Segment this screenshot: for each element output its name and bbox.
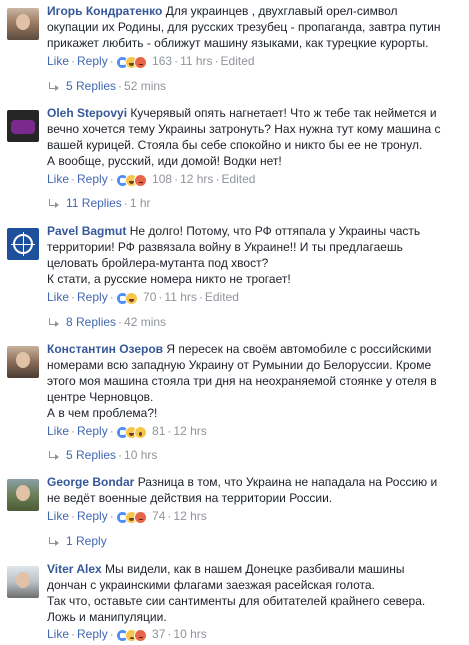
- reply-arrow-icon: [47, 198, 59, 209]
- comment-author[interactable]: Viter Alex: [47, 562, 102, 576]
- avatar[interactable]: [7, 110, 39, 142]
- replies-count[interactable]: 1 Reply: [66, 534, 107, 548]
- replies-count[interactable]: 8 Replies: [66, 315, 116, 329]
- angry-reaction-icon: [133, 56, 147, 69]
- replies-count[interactable]: 5 Replies: [66, 448, 116, 462]
- comment-time[interactable]: 11 hrs: [164, 290, 196, 304]
- avatar[interactable]: [7, 479, 39, 511]
- reply-button[interactable]: Reply: [77, 424, 108, 438]
- like-button[interactable]: Like: [47, 54, 69, 68]
- reaction-count: 70: [143, 290, 157, 304]
- reply-arrow-icon: [47, 450, 59, 461]
- comment-author[interactable]: Константин Озеров: [47, 342, 163, 356]
- comment-actions: Like · Reply · 37 · 10 hrs: [47, 626, 459, 642]
- reactions-summary[interactable]: [115, 629, 147, 644]
- edited-label[interactable]: Edited: [221, 54, 255, 68]
- reaction-count: 163: [152, 54, 173, 68]
- angry-reaction-icon: [133, 511, 147, 524]
- reply-button[interactable]: Reply: [77, 172, 108, 186]
- haha-reaction-icon: [124, 292, 138, 305]
- reactions-summary[interactable]: [115, 292, 138, 307]
- comment-author[interactable]: Pavel Bagmut: [47, 224, 126, 238]
- comment-text: Viter Alex Мы видели, как в нашем Донецк…: [47, 561, 459, 625]
- reactions-summary[interactable]: [115, 56, 147, 71]
- avatar[interactable]: [7, 8, 39, 40]
- like-button[interactable]: Like: [47, 290, 69, 304]
- comment-author[interactable]: George Bondar: [47, 475, 134, 489]
- reactions-summary[interactable]: [115, 174, 147, 189]
- reply-button[interactable]: Reply: [77, 54, 108, 68]
- comment-text: Oleh Stepovyi Кучерявый опять нагнетает!…: [47, 105, 459, 169]
- comment-actions: Like · Reply · 81 · 12 hrs: [47, 423, 459, 439]
- comment-text: Игорь Кондратенко Для украинцев , двухгл…: [47, 3, 459, 51]
- reply-button[interactable]: Reply: [77, 627, 108, 641]
- angry-reaction-icon: [133, 629, 147, 642]
- replies-time: 52 mins: [124, 79, 167, 93]
- reply-arrow-icon: [47, 317, 59, 328]
- reaction-count: 37: [152, 627, 166, 641]
- reactions-summary[interactable]: [115, 426, 147, 441]
- view-replies[interactable]: 5 Replies · 52 mins: [47, 78, 166, 94]
- replies-time: 42 mins: [124, 315, 167, 329]
- comment-time[interactable]: 11 hrs: [180, 54, 212, 68]
- comment-time[interactable]: 12 hrs: [173, 424, 206, 438]
- reply-button[interactable]: Reply: [77, 290, 108, 304]
- replies-count[interactable]: 5 Replies: [66, 79, 116, 93]
- like-button[interactable]: Like: [47, 172, 69, 186]
- angry-reaction-icon: [133, 174, 147, 187]
- reaction-count: 74: [152, 509, 166, 523]
- avatar[interactable]: [7, 228, 39, 260]
- replies-time: 10 hrs: [124, 448, 158, 462]
- comment-actions: Like · Reply · 108 · 12 hrs · Edited: [47, 171, 459, 187]
- like-button[interactable]: Like: [47, 627, 69, 641]
- reaction-count: 108: [152, 172, 173, 186]
- comment-author[interactable]: Игорь Кондратенко: [47, 4, 162, 18]
- wow-reaction-icon: [133, 426, 147, 439]
- reactions-summary[interactable]: [115, 511, 147, 526]
- comment-actions: Like · Reply · 70 · 11 hrs · Edited: [47, 289, 459, 305]
- comment-time[interactable]: 12 hrs: [173, 509, 206, 523]
- view-replies[interactable]: 1 Reply: [47, 533, 107, 549]
- avatar[interactable]: [7, 566, 39, 598]
- comment-author[interactable]: Oleh Stepovyi: [47, 106, 127, 120]
- like-button[interactable]: Like: [47, 424, 69, 438]
- comment-time[interactable]: 12 hrs: [180, 172, 213, 186]
- comment-actions: Like · Reply · 74 · 12 hrs: [47, 508, 459, 524]
- comment-body: Мы видели, как в нашем Донецке разбивали…: [47, 562, 426, 624]
- edited-label[interactable]: Edited: [205, 290, 239, 304]
- reaction-count: 81: [152, 424, 166, 438]
- comment-text: Pavel Bagmut Не долго! Потому, что РФ от…: [47, 223, 459, 287]
- replies-count[interactable]: 11 Replies: [66, 196, 122, 210]
- reply-button[interactable]: Reply: [77, 509, 108, 523]
- reply-arrow-icon: [47, 81, 59, 92]
- view-replies[interactable]: 5 Replies · 10 hrs: [47, 447, 157, 463]
- view-replies[interactable]: 11 Replies · 1 hr: [47, 195, 151, 211]
- comment-text: Константин Озеров Я пересек на своём авт…: [47, 341, 459, 421]
- like-button[interactable]: Like: [47, 509, 69, 523]
- avatar[interactable]: [7, 346, 39, 378]
- edited-label[interactable]: Edited: [221, 172, 255, 186]
- view-replies[interactable]: 8 Replies · 42 mins: [47, 314, 166, 330]
- comment-actions: Like · Reply · 163 · 11 hrs · Edited: [47, 53, 459, 69]
- replies-time: 1 hr: [129, 196, 151, 210]
- comment-time[interactable]: 10 hrs: [173, 627, 206, 641]
- reply-arrow-icon: [47, 536, 59, 547]
- comment-text: George Bondar Разница в том, что Украина…: [47, 474, 459, 506]
